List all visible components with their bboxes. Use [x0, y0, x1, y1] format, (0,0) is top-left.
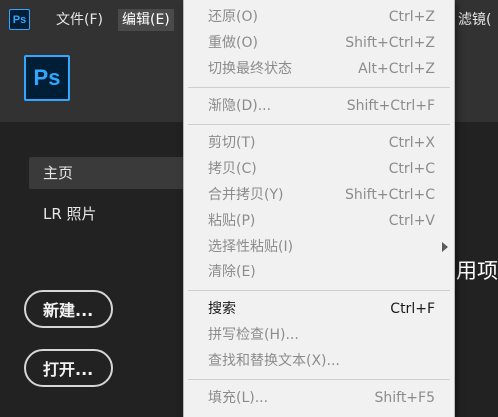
- menu-item-shortcut: Shift+Ctrl+Z: [345, 35, 435, 51]
- submenu-arrow-icon: [442, 242, 448, 252]
- menu-item-label: 拷贝(C): [208, 161, 257, 177]
- photoshop-logo-icon[interactable]: Ps: [9, 9, 30, 30]
- menu-item-label: 渐隐(D)...: [208, 98, 272, 114]
- menu-item-label: 切换最终状态: [208, 61, 292, 77]
- sidebar-item-lr-photos[interactable]: LR 照片: [29, 198, 189, 230]
- menu-separator: [188, 290, 450, 291]
- menu-item-shortcut: Alt+Ctrl+Z: [358, 61, 435, 77]
- menu-edit[interactable]: 编辑(E): [118, 9, 174, 31]
- menu-separator: [188, 379, 450, 380]
- menu-item-fade[interactable]: 渐隐(D)... Shift+Ctrl+F: [184, 95, 454, 117]
- menu-item-find-replace-text[interactable]: 查找和替换文本(X)...: [184, 350, 454, 372]
- menu-item-label: 查找和替换文本(X)...: [208, 353, 340, 369]
- menu-item-label: 搜索: [208, 301, 236, 317]
- menu-item-paste[interactable]: 粘贴(P) Ctrl+V: [184, 210, 454, 232]
- menu-item-label: 重做(O): [208, 35, 258, 51]
- menu-item-redo[interactable]: 重做(O) Shift+Ctrl+Z: [184, 32, 454, 54]
- menu-item-label: 还原(O): [208, 9, 258, 25]
- menu-item-cut[interactable]: 剪切(T) Ctrl+X: [184, 132, 454, 154]
- sidebar-item-home[interactable]: 主页: [29, 157, 189, 189]
- menu-item-undo[interactable]: 还原(O) Ctrl+Z: [184, 6, 454, 28]
- menu-item-shortcut: Ctrl+V: [388, 213, 435, 229]
- new-button[interactable]: 新建...: [24, 290, 113, 328]
- menu-file[interactable]: 文件(F): [56, 9, 103, 31]
- photoshop-home-window: Ps 文件(F) 编辑(E) 滤镜( Ps 主页 LR 照片 新建... 打开.…: [0, 0, 498, 417]
- menu-item-label: 清除(E): [208, 264, 256, 280]
- menu-separator: [188, 87, 450, 88]
- menu-item-shortcut: Ctrl+Z: [388, 9, 435, 25]
- menu-item-spell-check[interactable]: 拼写检查(H)...: [184, 324, 454, 346]
- menu-separator: [188, 124, 450, 125]
- menu-item-label: 剪切(T): [208, 135, 256, 151]
- menu-item-copy-merged[interactable]: 合并拷贝(Y) Shift+Ctrl+C: [184, 184, 454, 206]
- menu-item-fill[interactable]: 填充(L)... Shift+F5: [184, 387, 454, 409]
- menu-item-paste-special[interactable]: 选择性粘贴(I): [184, 236, 454, 258]
- menu-item-shortcut: Shift+Ctrl+C: [345, 187, 435, 203]
- menu-item-label: 合并拷贝(Y): [208, 187, 284, 203]
- menu-item-toggle-last-state[interactable]: 切换最终状态 Alt+Ctrl+Z: [184, 58, 454, 80]
- menu-item-copy[interactable]: 拷贝(C) Ctrl+C: [184, 158, 454, 180]
- menu-item-label: 选择性粘贴(I): [208, 239, 294, 255]
- photoshop-app-logo-icon: Ps: [24, 55, 70, 101]
- edit-menu-dropdown: 还原(O) Ctrl+Z 重做(O) Shift+Ctrl+Z 切换最终状态 A…: [183, 0, 455, 417]
- menu-item-label: 填充(L)...: [208, 390, 269, 406]
- menu-item-clear[interactable]: 清除(E): [184, 261, 454, 283]
- main-heading-partial: 用项: [456, 259, 498, 283]
- menu-item-shortcut: Shift+F5: [374, 390, 435, 406]
- menu-item-shortcut: Ctrl+C: [388, 161, 435, 177]
- menu-item-search[interactable]: 搜索 Ctrl+F: [184, 298, 454, 320]
- open-button[interactable]: 打开...: [24, 349, 113, 387]
- menu-filter[interactable]: 滤镜(: [458, 9, 491, 31]
- menu-item-shortcut: Ctrl+F: [390, 301, 435, 317]
- menu-item-shortcut: Ctrl+X: [388, 135, 435, 151]
- menu-item-shortcut: Shift+Ctrl+F: [346, 98, 435, 114]
- menu-item-label: 拼写检查(H)...: [208, 327, 299, 343]
- menu-item-label: 粘贴(P): [208, 213, 256, 229]
